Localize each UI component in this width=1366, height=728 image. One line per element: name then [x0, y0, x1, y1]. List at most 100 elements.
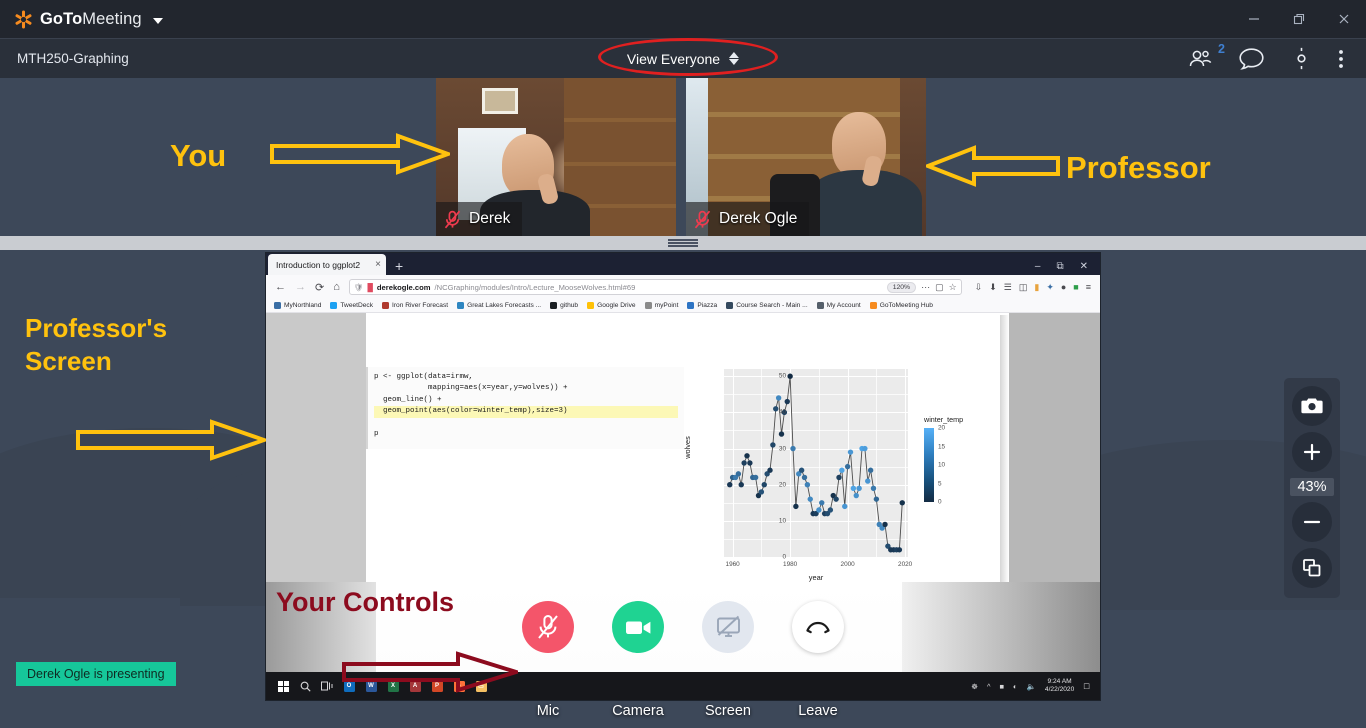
- back-arrow-icon[interactable]: ←: [275, 281, 286, 293]
- app-brand[interactable]: GoToMeeting: [0, 10, 163, 29]
- bookmark-star-icon[interactable]: ☆: [949, 282, 957, 293]
- extension-icon[interactable]: ■: [1073, 282, 1078, 292]
- bookmark-item[interactable]: github: [550, 302, 578, 309]
- minimize-button[interactable]: [1231, 0, 1276, 38]
- chart-point: [870, 485, 877, 492]
- bookmark-item[interactable]: Google Drive: [587, 302, 636, 309]
- pocket-icon[interactable]: ⇩: [975, 282, 983, 293]
- chart-point: [741, 460, 747, 466]
- code-line: mapping=aes(x=year,y=wolves)) +: [374, 384, 568, 393]
- taskbar-clock[interactable]: 9:24 AM 4/22/2020: [1045, 678, 1074, 694]
- bookmark-item[interactable]: Iron River Forecast: [382, 302, 448, 309]
- chart-legend-tick-label: 0: [938, 498, 942, 506]
- page-actions-icon[interactable]: ⋯: [921, 282, 930, 293]
- notification-icon[interactable]: ☐: [1083, 682, 1090, 691]
- task-view-icon[interactable]: [316, 672, 338, 700]
- ggplot-figure: 0 10 20 30 40 50 1960 1980 2000 2020 wolves year…: [683, 363, 992, 601]
- leave-meeting-button[interactable]: [792, 601, 844, 653]
- shared-screen-viewer[interactable]: Introduction to ggplot2 × + – ⧉ ✕ ← → ⟳ …: [266, 253, 1100, 700]
- participants-button[interactable]: 2: [1188, 42, 1225, 68]
- reader-mode-icon[interactable]: ▢: [935, 282, 944, 293]
- chart-legend-tick-label: 10: [938, 461, 946, 469]
- view-selector[interactable]: View Everyone: [617, 47, 749, 71]
- browser-tab[interactable]: Introduction to ggplot2 ×: [268, 254, 386, 275]
- chat-button[interactable]: [1238, 47, 1265, 71]
- account-icon[interactable]: ●: [1061, 282, 1066, 292]
- menu-hamburger-icon[interactable]: ≡: [1086, 282, 1091, 292]
- bookmark-item[interactable]: TweetDeck: [330, 302, 373, 309]
- more-options-button[interactable]: [1338, 48, 1344, 70]
- screen-share-button[interactable]: [702, 601, 754, 653]
- home-icon[interactable]: ⌂: [333, 281, 340, 293]
- chart-point: [827, 507, 834, 513]
- browser-close-button[interactable]: ✕: [1080, 261, 1088, 272]
- address-bar[interactable]: 🛡 █ derekogle.com /NCGraphing/modules/In…: [348, 279, 962, 295]
- chart-legend-tick-label: 5: [938, 480, 942, 487]
- participants-count-badge: 2: [1218, 42, 1225, 56]
- camera-toggle-button[interactable]: [612, 601, 664, 653]
- title-bar: GoToMeeting: [0, 0, 1366, 38]
- forward-arrow-icon[interactable]: →: [295, 281, 306, 293]
- sync-icon[interactable]: ✦: [1046, 282, 1054, 293]
- video-tile-professor[interactable]: Derek Ogle: [686, 78, 926, 236]
- chart-y-tick-label: 30: [778, 445, 786, 453]
- bookmark-item[interactable]: Great Lakes Forecasts ...: [457, 302, 541, 309]
- strip-resize-handle[interactable]: [668, 239, 698, 248]
- chart-point: [735, 471, 742, 477]
- close-button[interactable]: [1321, 0, 1366, 38]
- video-tile-you[interactable]: Derek: [436, 78, 676, 236]
- zoom-in-button[interactable]: [1292, 432, 1332, 472]
- bookmark-favicon-icon: [274, 302, 281, 309]
- viewer-zoom-level[interactable]: 43%: [1290, 478, 1334, 496]
- windows-start-icon[interactable]: [272, 672, 294, 700]
- bookmark-label: github: [560, 302, 579, 309]
- annotation-professors-screen-label: Professor's Screen: [25, 313, 168, 377]
- brand-chevron-down-icon[interactable]: [152, 17, 163, 24]
- chart-y-tick-label: 20: [778, 481, 786, 489]
- folder-icon[interactable]: ▮: [1034, 282, 1039, 293]
- reload-icon[interactable]: ⟳: [315, 281, 324, 294]
- annotation-professor-arrow: [926, 145, 1060, 187]
- annotation-you-arrow: [270, 133, 450, 175]
- zoom-out-button[interactable]: [1292, 502, 1332, 542]
- system-tray: ☸ ^ ■ ◐ 🔈 9:24 AM 4/22/2020 ☐: [971, 678, 1094, 694]
- chart-y-tick-label: 0: [782, 553, 786, 561]
- search-icon[interactable]: [294, 672, 316, 700]
- bookmark-item[interactable]: Piazza: [687, 302, 717, 309]
- bookmark-item[interactable]: MyNorthland: [274, 302, 321, 309]
- browser-minimize-button[interactable]: –: [1035, 261, 1041, 272]
- library-icon[interactable]: ☰: [1004, 282, 1012, 293]
- people-share-icon[interactable]: ☸: [971, 682, 978, 691]
- sidebar-icon[interactable]: ◫: [1019, 282, 1028, 293]
- bookmark-item[interactable]: My Account: [816, 302, 861, 309]
- chart-point: [767, 467, 773, 473]
- bookmark-item[interactable]: Course Search - Main ...: [726, 302, 808, 309]
- app-title-light: Meeting: [82, 9, 142, 28]
- code-line: geom_line() +: [374, 395, 442, 404]
- windows-switch-button[interactable]: [1292, 548, 1332, 588]
- restore-button[interactable]: [1276, 0, 1321, 38]
- new-tab-button[interactable]: +: [386, 258, 412, 275]
- chart-x-axis-label: year: [808, 573, 824, 582]
- chart-point: [798, 467, 805, 473]
- chevron-up-icon[interactable]: ^: [987, 682, 991, 691]
- battery-icon[interactable]: ■: [1000, 682, 1005, 691]
- chart-point: [899, 500, 905, 506]
- settings-button[interactable]: [1289, 46, 1314, 71]
- participant-name: Derek Ogle: [719, 210, 798, 227]
- bookmark-item[interactable]: GoToMeeting Hub: [869, 302, 933, 309]
- mic-toggle-button[interactable]: [522, 601, 574, 653]
- chart-point: [819, 500, 825, 506]
- snapshot-button[interactable]: [1292, 386, 1332, 426]
- bookmark-favicon-icon: [726, 302, 734, 309]
- bookmark-label: TweetDeck: [340, 302, 374, 309]
- wifi-icon[interactable]: ◐: [1013, 682, 1018, 691]
- bookmark-item[interactable]: myPoint: [644, 302, 678, 309]
- downloads-icon[interactable]: ⬇: [989, 282, 997, 293]
- volume-icon[interactable]: 🔈: [1027, 682, 1036, 691]
- chart-line: [729, 376, 903, 551]
- zoom-level-indicator[interactable]: 120%: [886, 281, 917, 293]
- close-tab-icon[interactable]: ×: [375, 259, 381, 270]
- browser-restore-button[interactable]: ⧉: [1056, 261, 1063, 272]
